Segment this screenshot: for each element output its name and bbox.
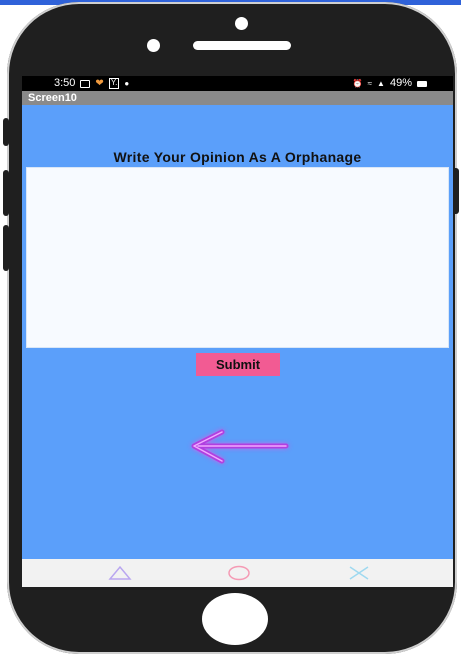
- app-y-icon: Y.: [108, 78, 120, 89]
- volume-up-button: [3, 170, 9, 216]
- triangle-icon[interactable]: [108, 565, 132, 581]
- status-time: 3:50: [54, 77, 76, 89]
- page-heading: Write Your Opinion As A Orphanage: [113, 149, 362, 165]
- notification-dot-icon: ●: [124, 79, 130, 88]
- battery-icon: [417, 80, 427, 87]
- back-arrow-icon[interactable]: [182, 426, 294, 468]
- camera-dot: [235, 17, 248, 30]
- front-sensor: [147, 39, 160, 52]
- side-button: [3, 118, 9, 146]
- heart-icon: ❤: [95, 78, 104, 89]
- wifi-icon: ≈: [367, 79, 373, 88]
- circle-icon[interactable]: [227, 565, 251, 581]
- earpiece-speaker: [193, 41, 291, 50]
- status-bar: 3:50 ❤ Y. ● ⏰ ≈ ▲ 49%: [22, 76, 453, 91]
- power-button: [452, 168, 459, 214]
- gallery-icon: [80, 79, 91, 88]
- submit-button[interactable]: Submit: [196, 353, 280, 376]
- cross-icon[interactable]: [347, 565, 371, 581]
- battery-percent: 49%: [389, 77, 412, 89]
- phone-screen: 3:50 ❤ Y. ● ⏰ ≈ ▲ 49% Screen10 Write You…: [22, 76, 453, 587]
- opinion-input[interactable]: [26, 167, 449, 348]
- volume-down-button: [3, 225, 9, 271]
- home-button[interactable]: [202, 593, 268, 645]
- alarm-icon: ⏰: [352, 79, 363, 88]
- android-nav-bar: [22, 559, 453, 587]
- screen-title: Screen10: [22, 91, 453, 105]
- signal-icon: ▲: [377, 79, 385, 88]
